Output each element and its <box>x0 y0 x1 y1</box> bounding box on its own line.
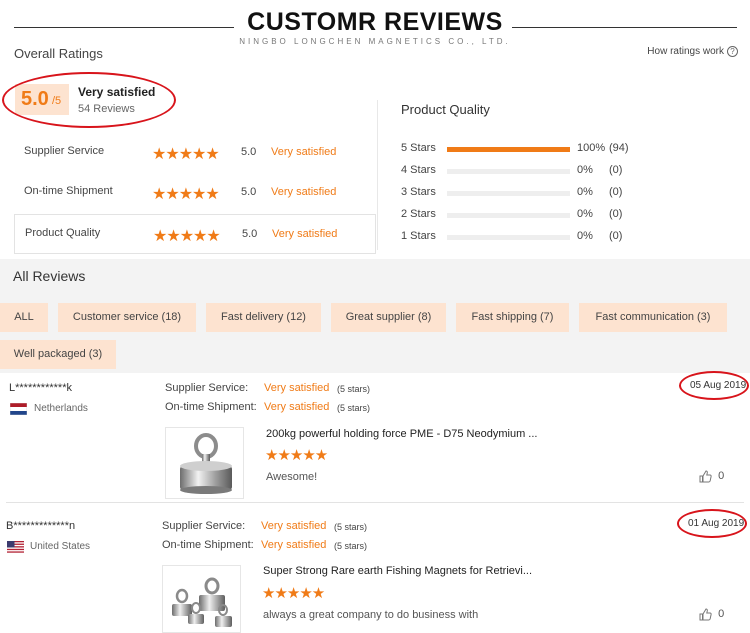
banner-title: CUSTOMR REVIEWS <box>247 8 503 36</box>
distribution-row: 3 Stars 0% (0) <box>401 185 701 201</box>
info-icon[interactable]: ? <box>727 46 738 57</box>
product-title-link[interactable]: 200kg powerful holding force PME - D75 N… <box>266 428 537 440</box>
distribution-bar-track <box>447 169 570 174</box>
on-time-shipment-stars: (5 stars) <box>337 403 371 413</box>
distribution-label: 1 Stars <box>401 230 436 242</box>
fishing-magnets-image <box>172 577 232 627</box>
star-rating-icon: ★★★★★ <box>262 585 325 602</box>
distribution-row: 4 Stars 0% (0) <box>401 163 701 179</box>
how-ratings-work-label[interactable]: How ratings work <box>647 46 724 57</box>
all-reviews-title: All Reviews <box>13 268 86 284</box>
like-count: 0 <box>718 608 725 621</box>
review-filter-area: ALL Customer service (18) Fast delivery … <box>0 293 750 373</box>
review-divider <box>6 502 744 503</box>
distribution-count: (0) <box>609 230 623 242</box>
star-rating-icon: ★★★★★ <box>153 228 221 245</box>
supplier-service-label: Supplier Service: <box>165 382 249 394</box>
supplier-service-label: Supplier Service: <box>162 520 246 532</box>
filter-chip-customer-service[interactable]: Customer service (18) <box>58 303 196 332</box>
reviewer-name: L************k <box>9 382 72 394</box>
filter-chip-well-packaged[interactable]: Well packaged (3) <box>0 340 116 369</box>
distribution-percent: 0% <box>577 208 593 220</box>
distribution-label: 2 Stars <box>401 208 436 220</box>
product-title-link[interactable]: Super Strong Rare earth Fishing Magnets … <box>263 565 532 577</box>
metric-score: 5.0 <box>241 186 257 198</box>
star-rating-icon: ★★★★★ <box>152 186 220 203</box>
metric-product-quality[interactable]: Product Quality ★★★★★ 5.0 Very satisfied <box>14 214 376 254</box>
annotation-circle-date <box>677 509 747 538</box>
supplier-service-verdict: Very satisfied <box>261 520 327 532</box>
distribution-bar-track <box>447 191 570 196</box>
like-button[interactable]: 0 <box>699 608 724 621</box>
supplier-service-verdict: Very satisfied <box>264 382 330 394</box>
distribution-percent: 0% <box>577 230 593 242</box>
distribution-percent: 0% <box>577 164 593 176</box>
like-button[interactable]: 0 <box>699 470 724 483</box>
product-quality-title: Product Quality <box>401 102 490 117</box>
distribution-bar-track <box>447 147 570 152</box>
distribution-percent: 0% <box>577 186 593 198</box>
thumbs-up-icon[interactable] <box>699 608 712 621</box>
distribution-label: 4 Stars <box>401 164 436 176</box>
distribution-row: 1 Stars 0% (0) <box>401 229 701 245</box>
star-rating-icon: ★★★★★ <box>152 146 220 163</box>
on-time-shipment-label: On-time Shipment: <box>162 539 254 551</box>
united-states-flag-icon <box>7 541 24 553</box>
banner-subtitle: NINGBO LONGCHEN MAGNETICS CO., LTD. <box>239 37 511 46</box>
filter-chip-great-supplier[interactable]: Great supplier (8) <box>331 303 446 332</box>
pot-magnet-image <box>180 433 232 494</box>
on-time-shipment-stars: (5 stars) <box>334 541 368 551</box>
distribution-bar-track <box>447 235 570 240</box>
annotation-circle-overall <box>2 72 176 128</box>
section-divider <box>377 100 378 250</box>
metric-on-time-shipment: On-time Shipment ★★★★★ 5.0 Very satisfie… <box>14 173 376 213</box>
distribution-row: 5 Stars 100% (94) <box>401 141 701 157</box>
netherlands-flag-icon <box>10 403 27 415</box>
all-reviews-header: All Reviews <box>0 259 750 293</box>
distribution-count: (0) <box>609 164 623 176</box>
on-time-shipment-verdict: Very satisfied <box>264 401 330 413</box>
reviewer-country: United States <box>30 541 91 552</box>
distribution-count: (94) <box>609 142 629 154</box>
distribution-bar-track <box>447 213 570 218</box>
annotation-circle-date <box>679 371 749 400</box>
filter-chip-fast-delivery[interactable]: Fast delivery (12) <box>206 303 321 332</box>
distribution-count: (0) <box>609 186 623 198</box>
page-banner: CUSTOMR REVIEWS NINGBO LONGCHEN MAGNETIC… <box>0 0 750 48</box>
on-time-shipment-verdict: Very satisfied <box>261 539 327 551</box>
supplier-service-stars: (5 stars) <box>337 384 371 394</box>
distribution-bar-fill <box>447 147 570 152</box>
metric-label: On-time Shipment <box>24 185 113 197</box>
metric-verdict: Very satisfied <box>271 186 337 198</box>
how-ratings-work-link[interactable]: How ratings work? <box>647 46 738 57</box>
metric-score: 5.0 <box>241 146 257 158</box>
reviewer-country: Netherlands <box>34 403 88 414</box>
metric-label: Supplier Service <box>24 145 105 157</box>
star-rating-icon: ★★★★★ <box>265 447 328 464</box>
distribution-label: 3 Stars <box>401 186 436 198</box>
product-thumbnail[interactable] <box>162 565 241 633</box>
metric-score: 5.0 <box>242 228 258 240</box>
distribution-label: 5 Stars <box>401 142 436 154</box>
review-comment: always a great company to do business wi… <box>263 609 479 621</box>
metric-label: Product Quality <box>25 227 101 239</box>
like-count: 0 <box>718 470 725 483</box>
banner-rule-right <box>512 27 737 28</box>
distribution-count: (0) <box>609 208 623 220</box>
product-thumbnail[interactable] <box>165 427 244 499</box>
reviewer-name: B*************n <box>6 520 76 532</box>
overall-ratings-heading: Overall Ratings <box>14 46 103 61</box>
supplier-service-stars: (5 stars) <box>334 522 368 532</box>
on-time-shipment-label: On-time Shipment: <box>165 401 257 413</box>
distribution-percent: 100% <box>577 142 606 154</box>
filter-chip-fast-communication[interactable]: Fast communication (3) <box>579 303 727 332</box>
distribution-row: 2 Stars 0% (0) <box>401 207 701 223</box>
metric-supplier-service: Supplier Service ★★★★★ 5.0 Very satisfie… <box>14 133 376 173</box>
filter-chip-all[interactable]: ALL <box>0 303 48 332</box>
filter-chip-fast-shipping[interactable]: Fast shipping (7) <box>456 303 569 332</box>
thumbs-up-icon[interactable] <box>699 470 712 483</box>
metric-verdict: Very satisfied <box>272 228 338 240</box>
review-comment: Awesome! <box>266 471 318 483</box>
metric-verdict: Very satisfied <box>271 146 337 158</box>
